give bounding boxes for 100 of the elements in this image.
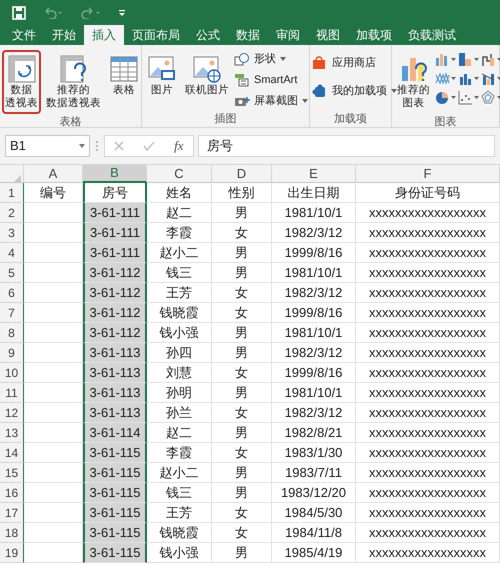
table-cell: 钱三: [147, 263, 212, 283]
ribbon-button[interactable]: 推荐的 数据透视表: [43, 50, 104, 114]
dropdown-icon[interactable]: [79, 144, 85, 148]
chart-type-button[interactable]: [481, 71, 500, 86]
table-cell: 3-61-112: [83, 263, 147, 283]
ribbon-button[interactable]: 应用商店: [312, 54, 397, 72]
chart-type-button[interactable]: [481, 90, 500, 105]
row-header[interactable]: 15: [0, 463, 24, 483]
ribbon-button[interactable]: 图片: [144, 50, 180, 101]
row-header[interactable]: 12: [0, 403, 24, 423]
column-header[interactable]: B: [83, 165, 147, 183]
group-label: 插图: [214, 112, 238, 127]
row-header[interactable]: 17: [0, 503, 24, 523]
chart-type-button[interactable]: [481, 52, 500, 67]
table-cell: 女: [212, 363, 272, 383]
ribbon-tab[interactable]: 插入: [84, 25, 124, 45]
pivot-table-question-icon: [58, 54, 88, 84]
ribbon-tab[interactable]: 审阅: [268, 25, 308, 45]
table-cell: 男: [212, 263, 272, 283]
smartart-icon: [234, 73, 250, 87]
table-cell: 女: [212, 223, 272, 243]
row-header[interactable]: 2: [0, 203, 24, 223]
table-cell: 3-61-115: [83, 483, 147, 503]
table-cell: 1981/10/1: [272, 383, 356, 403]
table-cell: 王芳: [147, 503, 212, 523]
column-header[interactable]: E: [272, 165, 356, 183]
table-cell: 钱晓霞: [147, 303, 212, 323]
insert-function-button[interactable]: fx: [174, 136, 184, 156]
ribbon-button[interactable]: 数据 透视表: [2, 50, 41, 114]
ribbon-button[interactable]: 推荐的 图表: [394, 50, 433, 114]
column-header[interactable]: D: [212, 165, 272, 183]
ribbon-button[interactable]: 表格: [106, 50, 142, 101]
chart-type-button[interactable]: [458, 71, 479, 86]
line-chart-icon: [435, 71, 450, 86]
row-header[interactable]: 16: [0, 483, 24, 503]
grip-icon: [94, 140, 100, 152]
row-header[interactable]: 18: [0, 523, 24, 543]
ribbon-button[interactable]: 屏幕截图: [234, 92, 308, 110]
formula-field[interactable]: 房号: [198, 135, 495, 157]
table-cell: 赵二: [147, 203, 212, 223]
table-cell: 女: [212, 403, 272, 423]
radar-chart-icon: [481, 90, 496, 105]
stacked-chart-icon: [458, 52, 473, 67]
table-cell: 钱小强: [147, 323, 212, 343]
chart-type-button[interactable]: [435, 52, 456, 67]
chart-type-button[interactable]: [458, 52, 479, 67]
table-cell: xxxxxxxxxxxxxxxxxx: [356, 343, 500, 363]
chart-type-button[interactable]: [435, 71, 456, 86]
table-cell: 赵小二: [147, 463, 212, 483]
column-header[interactable]: F: [356, 165, 500, 183]
name-box[interactable]: B1: [5, 135, 90, 157]
ribbon-button[interactable]: SmartArt: [234, 71, 308, 89]
save-icon[interactable]: [12, 6, 26, 20]
table-cell: xxxxxxxxxxxxxxxxxx: [356, 523, 500, 543]
ribbon-tab[interactable]: 文件: [4, 25, 44, 45]
ribbon-tab[interactable]: 公式: [188, 25, 228, 45]
table-cell: 刘慧: [147, 363, 212, 383]
row-header[interactable]: 7: [0, 303, 24, 323]
chart-type-button[interactable]: [458, 90, 479, 105]
table-cell: xxxxxxxxxxxxxxxxxx: [356, 363, 500, 383]
ribbon-button[interactable]: 我的加载项: [312, 82, 397, 100]
ribbon-tab[interactable]: 视图: [308, 25, 348, 45]
row-header[interactable]: 8: [0, 323, 24, 343]
table-cell: 1981/10/1: [272, 263, 356, 283]
table-cell: 钱晓霞: [147, 523, 212, 543]
table-cell: 孙兰: [147, 403, 212, 423]
row-header[interactable]: 14: [0, 443, 24, 463]
ribbon-tab[interactable]: 开始: [44, 25, 84, 45]
row-header[interactable]: 5: [0, 263, 24, 283]
ribbon-tab[interactable]: 数据: [228, 25, 268, 45]
column-header[interactable]: C: [147, 165, 212, 183]
row-header[interactable]: 1: [0, 183, 24, 203]
ribbon-button[interactable]: 形状: [234, 50, 308, 68]
ribbon-tab[interactable]: 负载测试: [400, 25, 464, 45]
check-icon[interactable]: [143, 141, 156, 151]
table-cell: 女: [212, 303, 272, 323]
row-header[interactable]: 10: [0, 363, 24, 383]
ribbon-tab[interactable]: 页面布局: [124, 25, 188, 45]
table-cell: xxxxxxxxxxxxxxxxxx: [356, 303, 500, 323]
table-cell: 赵小二: [147, 243, 212, 263]
table-cell: 3-61-115: [83, 463, 147, 483]
ribbon-tab[interactable]: 加载项: [348, 25, 400, 45]
table-cell: 男: [212, 243, 272, 263]
table-cell: xxxxxxxxxxxxxxxxxx: [356, 203, 500, 223]
row-header[interactable]: 13: [0, 423, 24, 443]
row-header[interactable]: 6: [0, 283, 24, 303]
row-header[interactable]: 3: [0, 223, 24, 243]
table-cell: 赵二: [147, 423, 212, 443]
table-cell: 男: [212, 543, 272, 563]
ribbon-button[interactable]: 联机图片: [182, 50, 232, 101]
chart-type-button[interactable]: [435, 90, 456, 105]
scatter-chart-icon: [458, 90, 473, 105]
customize-icon[interactable]: [118, 8, 126, 16]
row-header[interactable]: 9: [0, 343, 24, 363]
row-header[interactable]: 11: [0, 383, 24, 403]
table-cell: 1981/10/1: [272, 323, 356, 343]
row-header[interactable]: 19: [0, 543, 24, 563]
table-cell: 3-61-115: [83, 543, 147, 563]
table-cell: xxxxxxxxxxxxxxxxxx: [356, 223, 500, 243]
row-header[interactable]: 4: [0, 243, 24, 263]
